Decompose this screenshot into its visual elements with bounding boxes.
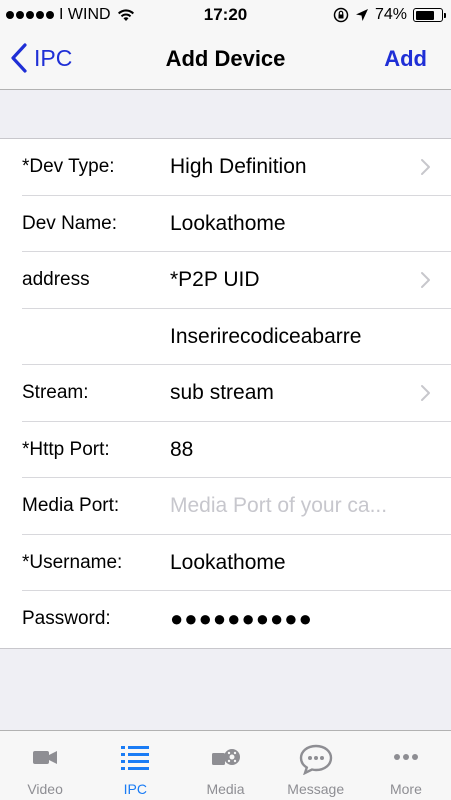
form-row-media-port[interactable]: Media Port: Media Port of your ca...: [0, 478, 451, 535]
address-type-value: *P2P UID: [170, 268, 260, 292]
username-label: *Username:: [22, 551, 123, 573]
form-row-dev-type[interactable]: *Dev Type: High Definition: [0, 139, 451, 196]
battery-percent: 74%: [374, 6, 407, 23]
http-port-field[interactable]: 88: [170, 438, 193, 462]
dev-type-value: High Definition: [170, 155, 307, 179]
more-dots-icon: [393, 754, 418, 760]
tab-more[interactable]: More: [361, 731, 451, 800]
form-row-stream[interactable]: Stream: sub stream: [0, 365, 451, 422]
username-field[interactable]: Lookathome: [170, 551, 286, 575]
password-label: Password:: [22, 608, 111, 630]
media-port-label: Media Port:: [22, 495, 120, 517]
tab-video-label: Video: [27, 781, 63, 797]
tab-video[interactable]: Video: [0, 731, 90, 800]
chevron-right-icon: [421, 159, 430, 176]
form-row-password[interactable]: Password: ●●●●●●●●●●: [0, 591, 451, 648]
add-button[interactable]: Add: [384, 46, 427, 72]
form-row-uid[interactable]: Inserirecodiceabarre: [0, 309, 451, 366]
tab-ipc-label: IPC: [123, 781, 147, 797]
chevron-right-icon: [421, 385, 430, 402]
device-form: *Dev Type: High Definition Dev Name: Loo…: [0, 138, 451, 649]
list-icon: [121, 746, 150, 770]
chevron-right-icon: [421, 272, 430, 289]
media-port-field[interactable]: Media Port of your ca...: [170, 494, 387, 518]
tab-ipc[interactable]: IPC: [90, 731, 180, 800]
dev-name-label: Dev Name:: [22, 212, 118, 234]
password-field[interactable]: ●●●●●●●●●●: [170, 606, 313, 632]
form-row-username[interactable]: *Username: Lookathome: [0, 535, 451, 592]
http-port-label: *Http Port:: [22, 438, 110, 460]
form-row-http-port[interactable]: *Http Port: 88: [0, 422, 451, 479]
media-icon: [211, 749, 240, 765]
tab-message[interactable]: Message: [271, 731, 361, 800]
stream-value: sub stream: [170, 381, 274, 405]
tab-media[interactable]: Media: [180, 731, 270, 800]
navigation-bar: IPC Add Device Add: [0, 30, 451, 90]
location-arrow-icon: [355, 9, 368, 21]
tab-bar: Video IPC Media Message More: [0, 730, 451, 800]
stream-label: Stream:: [22, 382, 89, 404]
form-row-dev-name[interactable]: Dev Name: Lookathome: [0, 196, 451, 253]
dev-name-field[interactable]: Lookathome: [170, 212, 286, 236]
status-bar: I WIND 17:20 74%: [0, 0, 451, 30]
tab-more-label: More: [389, 781, 422, 797]
video-camera-icon: [33, 751, 58, 764]
dev-type-label: *Dev Type:: [22, 156, 115, 178]
form-row-address[interactable]: address *P2P UID: [0, 252, 451, 309]
message-bubble-icon: [299, 744, 332, 775]
battery-icon: [413, 8, 446, 22]
uid-field[interactable]: Inserirecodiceabarre: [170, 325, 361, 349]
rotation-lock-icon: [333, 7, 349, 23]
tab-message-label: Message: [287, 781, 345, 797]
address-label: address: [22, 269, 90, 291]
tab-media-label: Media: [206, 781, 245, 797]
status-right: 74%: [333, 6, 446, 24]
